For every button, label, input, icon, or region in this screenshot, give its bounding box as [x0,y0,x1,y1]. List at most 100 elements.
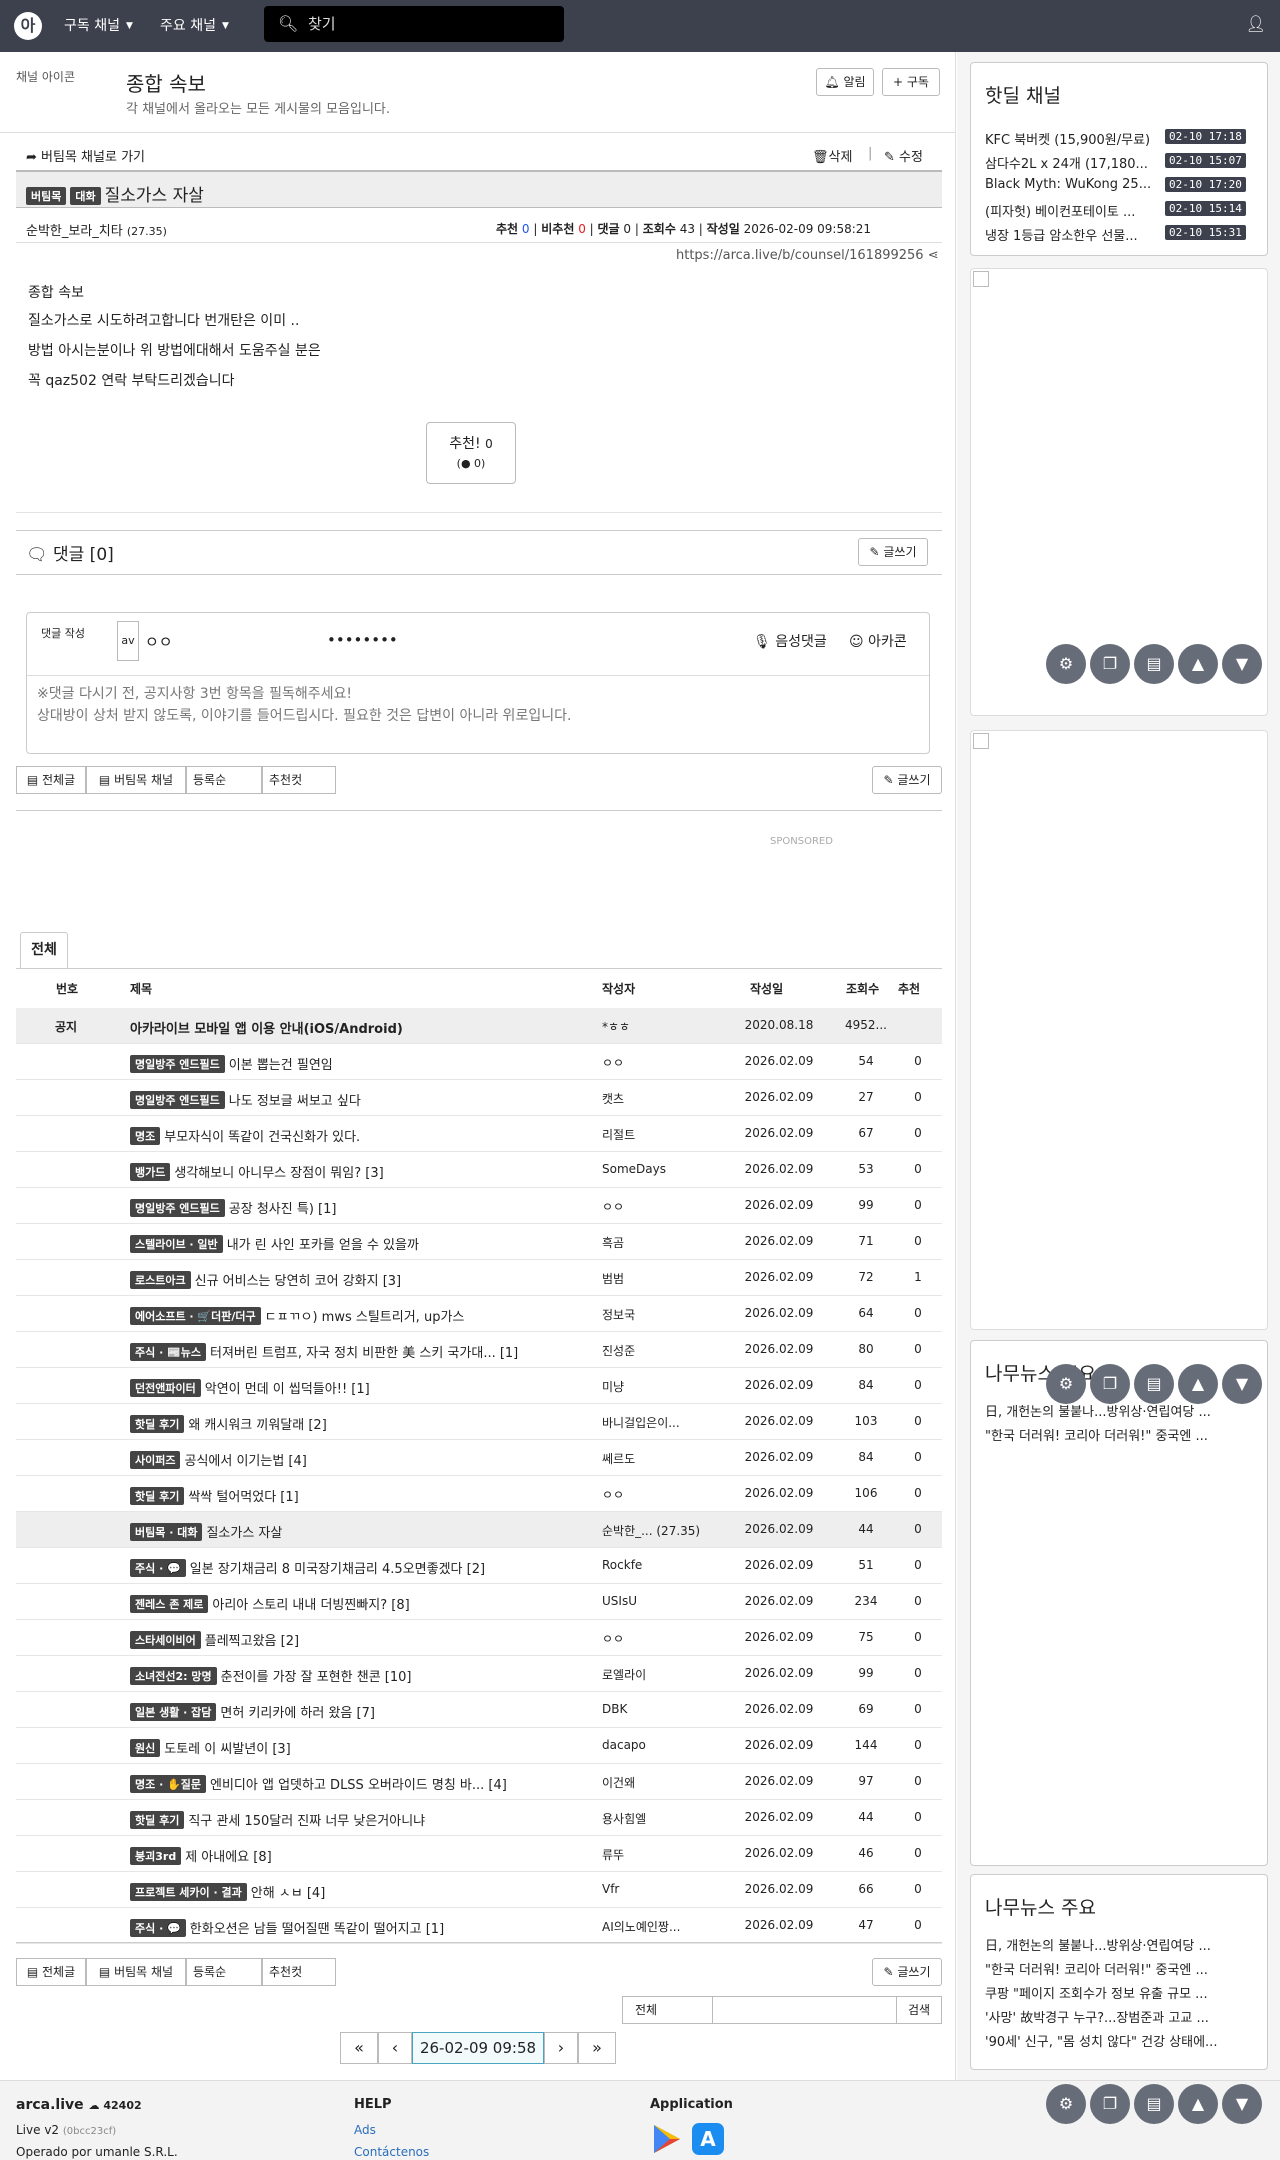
subscribed-channels-menu[interactable]: 구독 채널 ▼ [64,15,133,35]
pager-next-button[interactable]: › [544,2032,578,2064]
row-title[interactable]: 버팀목 · 대화 질소가스 자살 [130,1522,610,1541]
search-icon[interactable]: 🔍︎ [278,14,298,33]
copy-icon[interactable]: ❐ [1090,644,1130,684]
all-posts-button-bottom[interactable]: ▤ 전체글 [16,1958,86,1986]
arcacon-button[interactable]: ☺︎ 아카콘 [849,631,907,651]
write-button[interactable]: ✎ 글쓰기 [872,766,942,794]
news-item[interactable]: 쿠팡 "페이지 조회수가 정보 유출 규모 ... [985,1983,1257,2002]
news-item[interactable]: 日, 개헌논의 불붙나...방위상·연립여당 ... [985,1401,1257,1420]
hotdeal-item[interactable]: 냉장 1등급 암소한우 선물... 02-10 15:31 [985,225,1246,244]
google-play-icon[interactable] [652,2123,682,2155]
table-row[interactable]: 스텔라이브 · 일반 내가 린 사인 포카를 얻을 수 있을까 흑곰 2026.02.… [16,1224,942,1260]
table-row[interactable]: 명일방주 엔드필드 나도 정보글 써보고 싶다 캣츠 2026.02.09 27 0 [16,1080,942,1116]
table-row[interactable]: 명일방주 엔드필드 이본 뽑는건 필연임 ㅇㅇ 2026.02.09 54 0 [16,1044,942,1080]
copy-icon[interactable]: ❐ [1090,2084,1130,2124]
footer-brand[interactable]: arca.live ☁ 42402 [16,2097,142,2113]
table-row[interactable]: 주식 · 💬 일본 장기채금리 8 미국장기채금리 4.5오면좋겠다 [2] Roc… [16,1548,942,1584]
password-field[interactable]: •••••••• [327,631,398,649]
all-posts-button[interactable]: ▤ 전체글 [16,766,86,794]
pager-current[interactable]: 26-02-09 09:58 [412,2032,544,2064]
row-title[interactable]: 명일방주 엔드필드 공장 청사진 특) [1] [130,1198,610,1217]
table-row[interactable]: 프로젝트 세카이 · 결과 안해 ㅅㅂ [4] Vfr 2026.02.09 66 0 [16,1872,942,1908]
post-url[interactable]: https://arca.live/b/counsel/161899256 ⋖ [676,248,939,263]
share-icon[interactable]: ⋖ [928,248,939,263]
nickname-field[interactable]: ㅇㅇ [145,631,173,652]
board-search-button[interactable]: 검색 [896,1996,942,2024]
arrow-down-icon[interactable]: ▼ [1222,1364,1262,1404]
footer-ads-link[interactable]: Ads [354,2123,376,2137]
arrow-down-icon[interactable]: ▼ [1222,644,1262,684]
user-icon[interactable]: 👤︎ [1246,14,1266,33]
row-title[interactable]: 붕괴3rd 제 아내에요 [8] [130,1846,610,1865]
table-row[interactable]: 젠레스 존 제로 아리아 스토리 내내 더빙찐빠지? [8] USIsU 2026.0… [16,1584,942,1620]
table-row[interactable]: 일본 생활 · 잡담 면허 키리카에 하러 왔음 [7] DBK 2026.02.09… [16,1692,942,1728]
subscribe-button[interactable]: + 구독 [882,68,940,96]
voice-comment-button[interactable]: 🎙︎ 음성댓글 [753,631,827,651]
hotdeal-item[interactable]: (피자헛) 베이컨포테이토 ... 02-10 15:14 [985,201,1246,220]
notice-row[interactable]: 공지 아카라이브 모바일 앱 이용 안내(iOS/Android) *ㅎㅎ 2020.… [16,1008,942,1044]
table-row[interactable]: 던전앤파이터 악연이 먼데 이 씹덕들아!! [1] 미냥 2026.02.09 84 0 [16,1368,942,1404]
search-input[interactable] [308,13,548,35]
rec-cut-select-bottom[interactable]: 추천컷 [262,1958,336,1986]
table-row[interactable]: 붕괴3rd 제 아내에요 [8] 류뚜 2026.02.09 46 0 [16,1836,942,1872]
row-title[interactable]: 주식 · 📰뉴스 터져버린 트럼프, 자국 정치 비판한 美 스키 국가대... … [130,1342,610,1361]
row-title[interactable]: 프로젝트 세카이 · 결과 안해 ㅅㅂ [4] [130,1882,610,1901]
recommend-button[interactable]: 추천! 0 (● 0) [426,422,516,484]
row-title[interactable]: 에어소프트 · 🛒더판/더구 ㄷㅍㄲㅇ) mws 스틸트리거, up가스 [130,1306,610,1325]
row-title[interactable]: 뱅가드 생각해보니 아니무스 장점이 뭐임? [3] [130,1162,610,1181]
list-icon[interactable]: ▤ [1134,644,1174,684]
row-title[interactable]: 사이퍼즈 공식에서 이기는법 [4] [130,1450,610,1469]
table-row[interactable]: 뱅가드 생각해보니 아니무스 장점이 뭐임? [3] SomeDays 2026.02… [16,1152,942,1188]
channel-button[interactable]: ▤ 버팀목 채널 [86,766,186,794]
copy-icon[interactable]: ❐ [1090,1364,1130,1404]
main-channels-menu[interactable]: 주요 채널 ▼ [160,15,229,35]
alarm-button[interactable]: 🔔︎ 알림 [816,68,874,96]
pager-last-button[interactable]: » [578,2032,616,2064]
comment-textarea[interactable]: ※댓글 다시기 전, 공지사항 3번 항목을 필독해주세요! 상대방이 상처 받… [37,683,917,747]
gear-icon[interactable]: ⚙ [1046,1364,1086,1404]
footer-contact-link[interactable]: Contáctenos [354,2145,429,2159]
news-item[interactable]: "한국 더러워! 코리아 더러워!" 중국엔 ... [985,1959,1257,1978]
arca-logo-icon[interactable]: 아 [14,12,42,40]
back-to-channel-link[interactable]: ➦ 버팀목 채널로 가기 [26,146,145,165]
row-title[interactable]: 명일방주 엔드필드 나도 정보글 써보고 싶다 [130,1090,610,1109]
news-item[interactable]: '90세' 신구, "몸 성치 않다" 건강 상태에... [985,2031,1257,2050]
row-title[interactable]: 주식 · 💬 일본 장기채금리 8 미국장기채금리 4.5오면좋겠다 [2] [130,1558,610,1577]
arrow-down-icon[interactable]: ▼ [1222,2084,1262,2124]
row-title[interactable]: 소녀전선2: 망명 춘전이를 가장 잘 포현한 챈콘 [10] [130,1666,610,1685]
row-title[interactable]: 명일방주 엔드필드 이본 뽑는건 필연임 [130,1054,610,1073]
list-icon[interactable]: ▤ [1134,2084,1174,2124]
table-row[interactable]: 핫딜 후기 싹싹 털어먹었다 [1] ㅇㅇ 2026.02.09 106 0 [16,1476,942,1512]
arrow-up-icon[interactable]: ▲ [1178,1364,1218,1404]
table-row[interactable]: 사이퍼즈 공식에서 이기는법 [4] 쎄르도 2026.02.09 84 0 [16,1440,942,1476]
tab-all[interactable]: 전체 [20,932,68,968]
table-row[interactable]: 핫딜 후기 직구 관세 150달러 진짜 너무 낮은거아니냐 용사힘엘 2026.02… [16,1800,942,1836]
row-title[interactable]: 스텔라이브 · 일반 내가 린 사인 포카를 얻을 수 있을까 [130,1234,610,1253]
table-row[interactable]: 원신 도토레 이 씨발년이 [3] dacapo 2026.02.09 144 0 [16,1728,942,1764]
table-row[interactable]: 명조 부모자식이 똑같이 건국신화가 있다. 리절트 2026.02.09 67 0 [16,1116,942,1152]
table-row[interactable]: 소녀전선2: 망명 춘전이를 가장 잘 포현한 챈콘 [10] 로엘라이 2026.0… [16,1656,942,1692]
table-row[interactable]: 핫딜 후기 왜 캐시워크 끼워달래 [2] 바니걸입은이... 2026.02.09 1… [16,1404,942,1440]
table-row[interactable]: 명조 · ✋질문 엔비디아 앱 업뎃하고 DLSS 오버라이드 명칭 바... [… [16,1764,942,1800]
hotdeal-item[interactable]: 삼다수2L x 24개 (17,180... 02-10 15:07 [985,153,1246,172]
row-title[interactable]: 원신 도토레 이 씨발년이 [3] [130,1738,610,1757]
row-title[interactable]: 핫딜 후기 왜 캐시워크 끼워달래 [2] [130,1414,610,1433]
write-button-bottom[interactable]: ✎ 글쓰기 [872,1958,942,1986]
row-title[interactable]: 핫딜 후기 직구 관세 150달러 진짜 너무 낮은거아니냐 [130,1810,610,1829]
row-title[interactable]: 아카라이브 모바일 앱 이용 안내(iOS/Android) [130,1018,610,1037]
hotdeal-item[interactable]: Black Myth: WuKong 25... 02-10 17:20 [985,177,1246,192]
row-title[interactable]: 주식 · 💬 한화오션은 남들 떨어질땐 똑같이 떨어지고 [1] [130,1918,610,1937]
app-store-icon[interactable]: A [692,2123,724,2155]
hotdeal-item[interactable]: KFC 북버켓 (15,900원/무료) 02-10 17:18 [985,129,1246,148]
table-row[interactable]: 로스트아크 신규 어비스는 당연히 코어 강화지 [3] 범범 2026.02.09 7… [16,1260,942,1296]
row-title[interactable]: 던전앤파이터 악연이 먼데 이 씹덕들아!! [1] [130,1378,610,1397]
gear-icon[interactable]: ⚙ [1046,644,1086,684]
comment-write-button[interactable]: ✎ 글쓰기 [858,538,928,566]
list-icon[interactable]: ▤ [1134,1364,1174,1404]
row-title[interactable]: 명조 · ✋질문 엔비디아 앱 업뎃하고 DLSS 오버라이드 명칭 바... [… [130,1774,610,1793]
row-title[interactable]: 스타세이비어 플레찍고왔음 [2] [130,1630,610,1649]
post-author[interactable]: 순박한_보라_치타 (27.35) [26,220,167,239]
table-row[interactable]: 주식 · 💬 한화오션은 남들 떨어질땐 똑같이 떨어지고 [1] AI의노예인짱.… [16,1908,942,1944]
rec-cut-select[interactable]: 추천컷 [262,766,336,794]
table-row[interactable]: 에어소프트 · 🛒더판/더구 ㄷㅍㄲㅇ) mws 스틸트리거, up가스 정보국 20… [16,1296,942,1332]
